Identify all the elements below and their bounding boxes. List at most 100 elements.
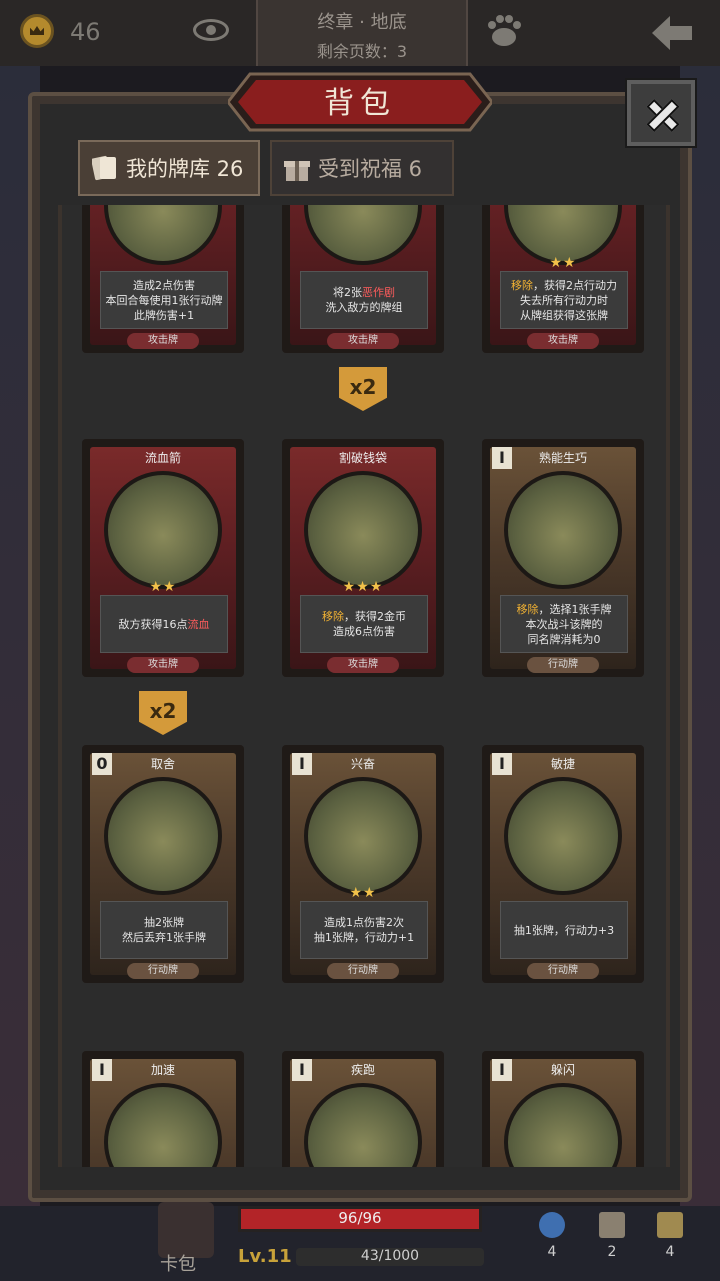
gift-icon <box>284 161 310 181</box>
card-title: 兴奋 <box>350 757 375 771</box>
desc-fragment: 恶作剧 <box>362 286 395 299</box>
hourglass-icon <box>599 1212 625 1238</box>
card-grid[interactable]: 造成2点伤害 本回合每使用1张行动牌 此牌伤害+1 攻击牌 将2张恶作剧 洗入敌方的… <box>58 205 670 1167</box>
card-type-label: 行动牌 <box>127 963 199 979</box>
card-art <box>304 471 422 589</box>
cards-count: 4 <box>665 1244 675 1260</box>
tab-blessings[interactable]: 受到祝福 6 <box>270 140 454 196</box>
card-art <box>104 471 222 589</box>
card[interactable]: ★★ 移除，获得2点行动力 失去所有行动力时 从牌组获得这张牌攻击牌 <box>482 205 644 353</box>
card-title: 加速 <box>150 1063 175 1077</box>
card[interactable]: 将2张恶作剧 洗入敌方的牌组 攻击牌 <box>282 205 444 353</box>
desc-fragment: 流血 <box>187 617 210 631</box>
card-stars: ★★ <box>149 579 177 595</box>
card-description-text: 移除，获得2点行动力 失去所有行动力时 从牌组获得这张牌 <box>511 278 617 323</box>
tab-my-deck-label: 我的牌库 26 <box>126 157 244 181</box>
tab-blessings-label: 受到祝福 6 <box>318 157 423 181</box>
card-description-text: 敌方获得16点流血 <box>119 617 210 632</box>
card-title: 熟能生巧 <box>538 451 587 465</box>
chapter-title: 终章 · 地底 <box>317 12 407 33</box>
card-description-text: 将2张恶作剧 洗入敌方的牌组 <box>326 285 403 315</box>
card-description-text: 造成1点伤害2次 抽1张牌，行动力+1 <box>314 915 414 945</box>
card-description: 移除，选择1张手牌 本次战斗该牌的 同名牌消耗为0 <box>500 595 628 653</box>
card-title: 流血箭 <box>144 451 181 465</box>
card[interactable]: 割破钱袋 ★★★ 移除，获得2金币 造成6点伤害攻击牌 <box>282 439 444 677</box>
pages-left: 剩余页数：3 <box>316 42 408 61</box>
tab-my-deck[interactable]: 我的牌库 26 <box>78 140 260 196</box>
card[interactable]: I 躲闪 <box>482 1051 644 1167</box>
card-type-label: 攻击牌 <box>127 657 199 673</box>
card[interactable]: I 兴奋 ★★ 造成1点伤害2次 抽1张牌，行动力+1 行动牌 <box>282 745 444 983</box>
desc-fragment: 抽2张牌 然后丢弃1张手牌 <box>122 916 206 944</box>
card[interactable]: I 加速 <box>82 1051 244 1167</box>
card-art <box>504 471 622 589</box>
card-description: 造成1点伤害2次 抽1张牌，行动力+1 <box>300 901 428 959</box>
chapter-info: 终章 · 地底 剩余页数：3 <box>256 0 468 66</box>
desc-fragment: 造成1点伤害2次 抽1张牌，行动力+1 <box>313 916 415 944</box>
eye-icon[interactable] <box>193 19 229 41</box>
card-description: 抽2张牌 然后丢弃1张手牌 <box>100 901 228 959</box>
card[interactable]: I 疾跑 <box>282 1051 444 1167</box>
card[interactable]: 0 取舍 抽2张牌 然后丢弃1张手牌 行动牌 <box>82 745 244 983</box>
card-type-label: 行动牌 <box>527 963 599 979</box>
card-description-text: 移除，选择1张手牌 本次战斗该牌的 同名牌消耗为0 <box>517 602 612 647</box>
card-type-label: 攻击牌 <box>327 333 399 349</box>
card-title: 躲闪 <box>550 1063 575 1077</box>
card-stars: ★★ <box>549 255 577 271</box>
card-multiplier-badge: x2 <box>139 691 187 735</box>
card-description-text: 抽2张牌 然后丢弃1张手牌 <box>122 915 206 945</box>
card-title: 割破钱袋 <box>338 451 387 465</box>
xp-text: 43/1000 <box>360 1248 420 1264</box>
card-title: 疾跑 <box>350 1063 375 1077</box>
card-type-label: 行动牌 <box>527 657 599 673</box>
potion-icon <box>539 1212 565 1238</box>
desc-fragment: ，获得2点行动力 失去所有行动力时 从牌组获得这张牌 <box>520 278 617 322</box>
card-type-label: 攻击牌 <box>527 333 599 349</box>
inventory-potion[interactable]: 4 <box>532 1208 572 1268</box>
card-description: 抽1张牌，行动力+3 <box>500 901 628 959</box>
card-multiplier-badge: x2 <box>339 367 387 411</box>
player-level: Lv.11 <box>238 1246 292 1267</box>
card-art <box>304 777 422 895</box>
card-type-label: 攻击牌 <box>327 657 399 673</box>
card-stars: ★★ <box>349 885 377 901</box>
card[interactable]: I 熟能生巧 移除，选择1张手牌 本次战斗该牌的 同名牌消耗为0 行动牌 <box>482 439 644 677</box>
back-arrow-icon[interactable] <box>652 16 692 50</box>
card-description-text: 移除，获得2金币 造成6点伤害 <box>322 609 406 639</box>
card[interactable]: 造成2点伤害 本回合每使用1张行动牌 此牌伤害+1 攻击牌 <box>82 205 244 353</box>
desc-fragment: 移除 <box>322 610 344 623</box>
card-description: 敌方获得16点流血 <box>100 595 228 653</box>
desc-fragment: 洗入敌方的牌组 <box>325 301 403 314</box>
card-art <box>504 777 622 895</box>
top-bar: 46 终章 · 地底 剩余页数：3 <box>0 0 720 66</box>
card-title: 取舍 <box>150 757 175 771</box>
card-type-label: 行动牌 <box>327 963 399 979</box>
desc-fragment: 抽1张牌，行动力+3 <box>513 923 615 937</box>
card-description-text: 抽1张牌，行动力+3 <box>514 923 614 938</box>
desc-fragment: 将2张 <box>333 286 362 299</box>
card-art <box>104 777 222 895</box>
gold-count: 46 <box>70 18 101 46</box>
card-description: 造成2点伤害 本回合每使用1张行动牌 此牌伤害+1 <box>100 271 228 329</box>
desc-fragment: 敌方获得16点 <box>118 617 188 631</box>
card-description: 将2张恶作剧 洗入敌方的牌组 <box>300 271 428 329</box>
paw-icon[interactable] <box>484 12 524 48</box>
card-description: 移除，获得2点行动力 失去所有行动力时 从牌组获得这张牌 <box>500 271 628 329</box>
crown-coin-icon <box>20 14 54 48</box>
card-description: 移除，获得2金币 造成6点伤害 <box>300 595 428 653</box>
card[interactable]: I 敏捷 抽1张牌，行动力+3 行动牌 <box>482 745 644 983</box>
deck-label[interactable]: 卡包 <box>160 1250 196 1276</box>
card[interactable]: 流血箭 ★★ 敌方获得16点流血 攻击牌 <box>82 439 244 677</box>
card-description-text: 造成2点伤害 本回合每使用1张行动牌 此牌伤害+1 <box>106 278 223 323</box>
card-type-label: 攻击牌 <box>127 333 199 349</box>
panel-title: 背包 <box>324 86 396 121</box>
desc-fragment: ，获得2金币 造成6点伤害 <box>333 610 406 638</box>
card-stars: ★★★ <box>342 579 384 595</box>
cards-icon <box>92 155 116 181</box>
inventory-hourglass[interactable]: 2 <box>592 1208 632 1268</box>
inventory-cards[interactable]: 4 <box>650 1208 690 1268</box>
potion-count: 4 <box>547 1244 557 1260</box>
desc-fragment: 移除 <box>511 278 533 292</box>
hourglass-count: 2 <box>607 1244 617 1260</box>
desc-fragment: ，选择1张手牌 本次战斗该牌的 同名牌消耗为0 <box>525 602 612 646</box>
